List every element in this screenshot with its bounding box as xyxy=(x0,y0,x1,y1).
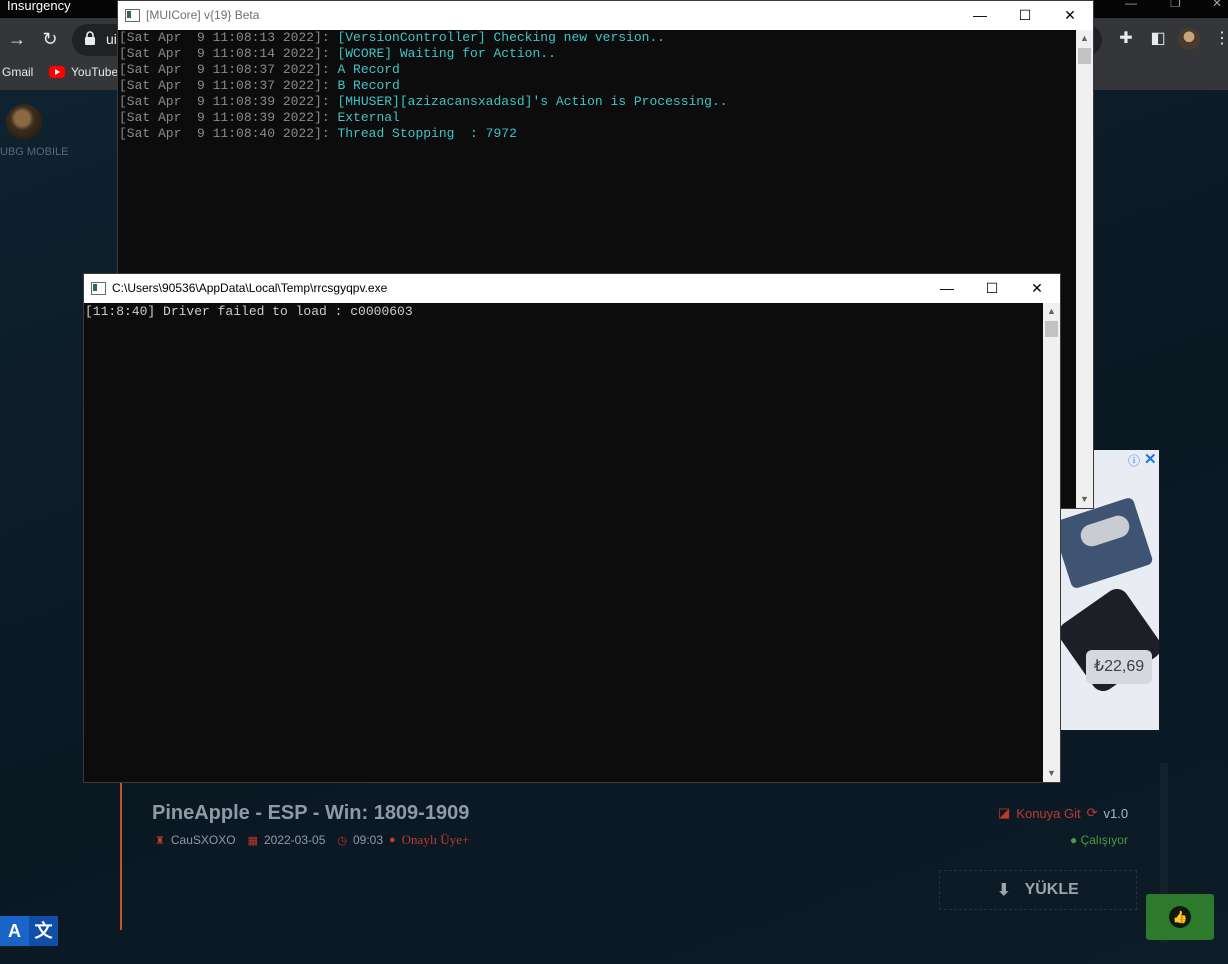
console-timestamp: [Sat Apr 9 11:08:37 2022]: xyxy=(119,78,338,93)
url-text[interactable]: ui xyxy=(106,31,117,47)
version-label: v1.0 xyxy=(1103,805,1129,821)
browser-tab-title[interactable]: Insurgency xyxy=(7,0,71,13)
youtube-icon xyxy=(49,66,65,78)
scroll-down-icon[interactable]: ▼ xyxy=(1043,765,1060,782)
console-message: External xyxy=(337,110,400,125)
download-label: YÜKLE xyxy=(1024,881,1079,898)
clock-icon: ◷ xyxy=(337,834,347,847)
console-message: [WCORE] Waiting for Action.. xyxy=(337,46,556,61)
bookmark-youtube[interactable]: YouTube xyxy=(49,65,118,79)
console-message: [VersionController] Checking new version… xyxy=(337,30,666,45)
translate-target-label: 文 xyxy=(29,916,58,946)
close-icon[interactable]: ✕ xyxy=(1014,274,1060,303)
external-link-icon: ◪ xyxy=(998,805,1011,820)
browser-minimize-icon[interactable]: — xyxy=(1125,0,1137,10)
user-role: Onaylı Üye+ xyxy=(401,832,470,847)
console-timestamp: [Sat Apr 9 11:08:13 2022]: xyxy=(119,30,338,45)
browser-menu-icon[interactable]: ⋮ xyxy=(1212,29,1228,49)
console-line: [Sat Apr 9 11:08:39 2022]: External xyxy=(119,110,1076,126)
close-icon[interactable]: ✕ xyxy=(1047,1,1093,30)
minimize-icon[interactable]: — xyxy=(957,1,1003,30)
scroll-thumb[interactable] xyxy=(1078,48,1091,64)
topic-link-group: ◪ Konuya Git ⟳ v1.0 xyxy=(998,805,1128,821)
post-author[interactable]: CauSXOXO xyxy=(171,833,236,847)
reload-icon[interactable]: ↻ xyxy=(39,28,61,50)
translate-button[interactable]: A 文 xyxy=(0,916,58,946)
forward-icon[interactable]: → xyxy=(6,28,28,50)
console-message: B Record xyxy=(337,78,400,93)
sync-icon: ⟳ xyxy=(1086,805,1098,820)
minimize-icon[interactable]: — xyxy=(924,274,970,303)
temp-exe-console-window[interactable]: C:\Users\90536\AppData\Local\Temp\rrcsgy… xyxy=(83,273,1061,783)
status-badge: ● Çalışıyor xyxy=(1070,833,1128,847)
window-title-bar[interactable]: C:\Users\90536\AppData\Local\Temp\rrcsgy… xyxy=(84,274,1060,303)
console-line: [11:8:40] Driver failed to load : c00006… xyxy=(85,304,413,319)
console-line: [Sat Apr 9 11:08:14 2022]: [WCORE] Waiti… xyxy=(119,46,1076,62)
console-timestamp: [Sat Apr 9 11:08:39 2022]: xyxy=(119,94,338,109)
maximize-icon[interactable]: ☐ xyxy=(969,274,1015,303)
console-output[interactable]: [11:8:40] Driver failed to load : c00006… xyxy=(84,303,1043,782)
thumbs-up-icon: 👍 xyxy=(1169,906,1191,928)
translate-source-label: A xyxy=(8,921,21,941)
console-line: [Sat Apr 9 11:08:37 2022]: A Record xyxy=(119,62,1076,78)
profile-avatar[interactable] xyxy=(1178,28,1200,50)
ad-price[interactable]: ₺22,69 xyxy=(1086,650,1152,684)
bookmark-label: Gmail xyxy=(2,65,34,79)
user-icon: ♜ xyxy=(155,834,165,847)
window-title-bar[interactable]: [MUICore] v{19} Beta — ☐ ✕ xyxy=(118,1,1093,30)
check-icon: ● xyxy=(1070,833,1078,847)
like-button[interactable]: 👍 xyxy=(1146,894,1214,940)
download-button[interactable]: ⬇ YÜKLE xyxy=(939,870,1137,910)
scroll-up-icon[interactable]: ▲ xyxy=(1043,303,1060,320)
console-app-icon xyxy=(91,282,106,295)
game-avatar[interactable] xyxy=(6,104,42,140)
browser-restore-icon[interactable]: ❐ xyxy=(1170,0,1181,10)
console-timestamp: [Sat Apr 9 11:08:39 2022]: xyxy=(119,110,338,125)
post-time: 09:03 xyxy=(352,833,384,847)
ad-info-icon[interactable]: ⓘ xyxy=(1128,452,1140,469)
arrow-down-icon: ⬇ xyxy=(997,882,1011,899)
maximize-icon[interactable]: ☐ xyxy=(1002,1,1048,30)
console-message: [MHUSER][azizacansxadasd]'s Action is Pr… xyxy=(337,94,728,109)
vertical-scrollbar[interactable]: ▲ ▼ xyxy=(1076,30,1093,508)
console-line: [Sat Apr 9 11:08:40 2022]: Thread Stoppi… xyxy=(119,126,1076,142)
extensions-icon[interactable]: ✚ xyxy=(1116,29,1136,49)
post-meta: ♜ CauSXOXO ▦ 2022-03-05 ◷ 09:03 ● Onaylı… xyxy=(155,832,469,848)
side-panel-icon[interactable]: ◧ xyxy=(1148,29,1168,49)
window-title: C:\Users\90536\AppData\Local\Temp\rrcsgy… xyxy=(112,281,388,295)
post-title[interactable]: PineApple - ESP - Win: 1809-1909 xyxy=(152,802,469,825)
console-timestamp: [Sat Apr 9 11:08:40 2022]: xyxy=(119,126,338,141)
post-date: 2022-03-05 xyxy=(263,833,326,847)
topic-link[interactable]: Konuya Git xyxy=(1016,806,1080,821)
lock-icon xyxy=(85,31,95,45)
console-app-icon xyxy=(125,9,140,22)
console-line: [Sat Apr 9 11:08:37 2022]: B Record xyxy=(119,78,1076,94)
console-message: Thread Stopping : 7972 xyxy=(337,126,517,141)
scroll-down-icon[interactable]: ▼ xyxy=(1076,491,1093,508)
browser-close-icon[interactable]: ✕ xyxy=(1212,0,1222,10)
console-timestamp: [Sat Apr 9 11:08:14 2022]: xyxy=(119,46,338,61)
bookmark-gmail[interactable]: Gmail xyxy=(2,65,33,79)
window-title: [MUICore] v{19} Beta xyxy=(146,8,260,22)
bookmark-label: YouTube xyxy=(71,65,119,79)
console-line: [Sat Apr 9 11:08:13 2022]: [VersionContr… xyxy=(119,30,1076,46)
vertical-scrollbar[interactable]: ▲ ▼ xyxy=(1043,303,1060,782)
status-text: Çalışıyor xyxy=(1080,833,1128,847)
card-accent-line xyxy=(120,770,122,930)
info-icon: ● xyxy=(389,834,396,846)
scroll-thumb[interactable] xyxy=(1045,321,1058,337)
scroll-up-icon[interactable]: ▲ xyxy=(1076,30,1093,47)
console-timestamp: [Sat Apr 9 11:08:37 2022]: xyxy=(119,62,338,77)
console-message: A Record xyxy=(337,62,400,77)
calendar-icon: ▦ xyxy=(247,834,258,847)
console-line: [Sat Apr 9 11:08:39 2022]: [MHUSER][aziz… xyxy=(119,94,1076,110)
game-label[interactable]: UBG MOBILE xyxy=(0,146,68,158)
ad-close-icon[interactable]: ✕ xyxy=(1144,450,1157,468)
